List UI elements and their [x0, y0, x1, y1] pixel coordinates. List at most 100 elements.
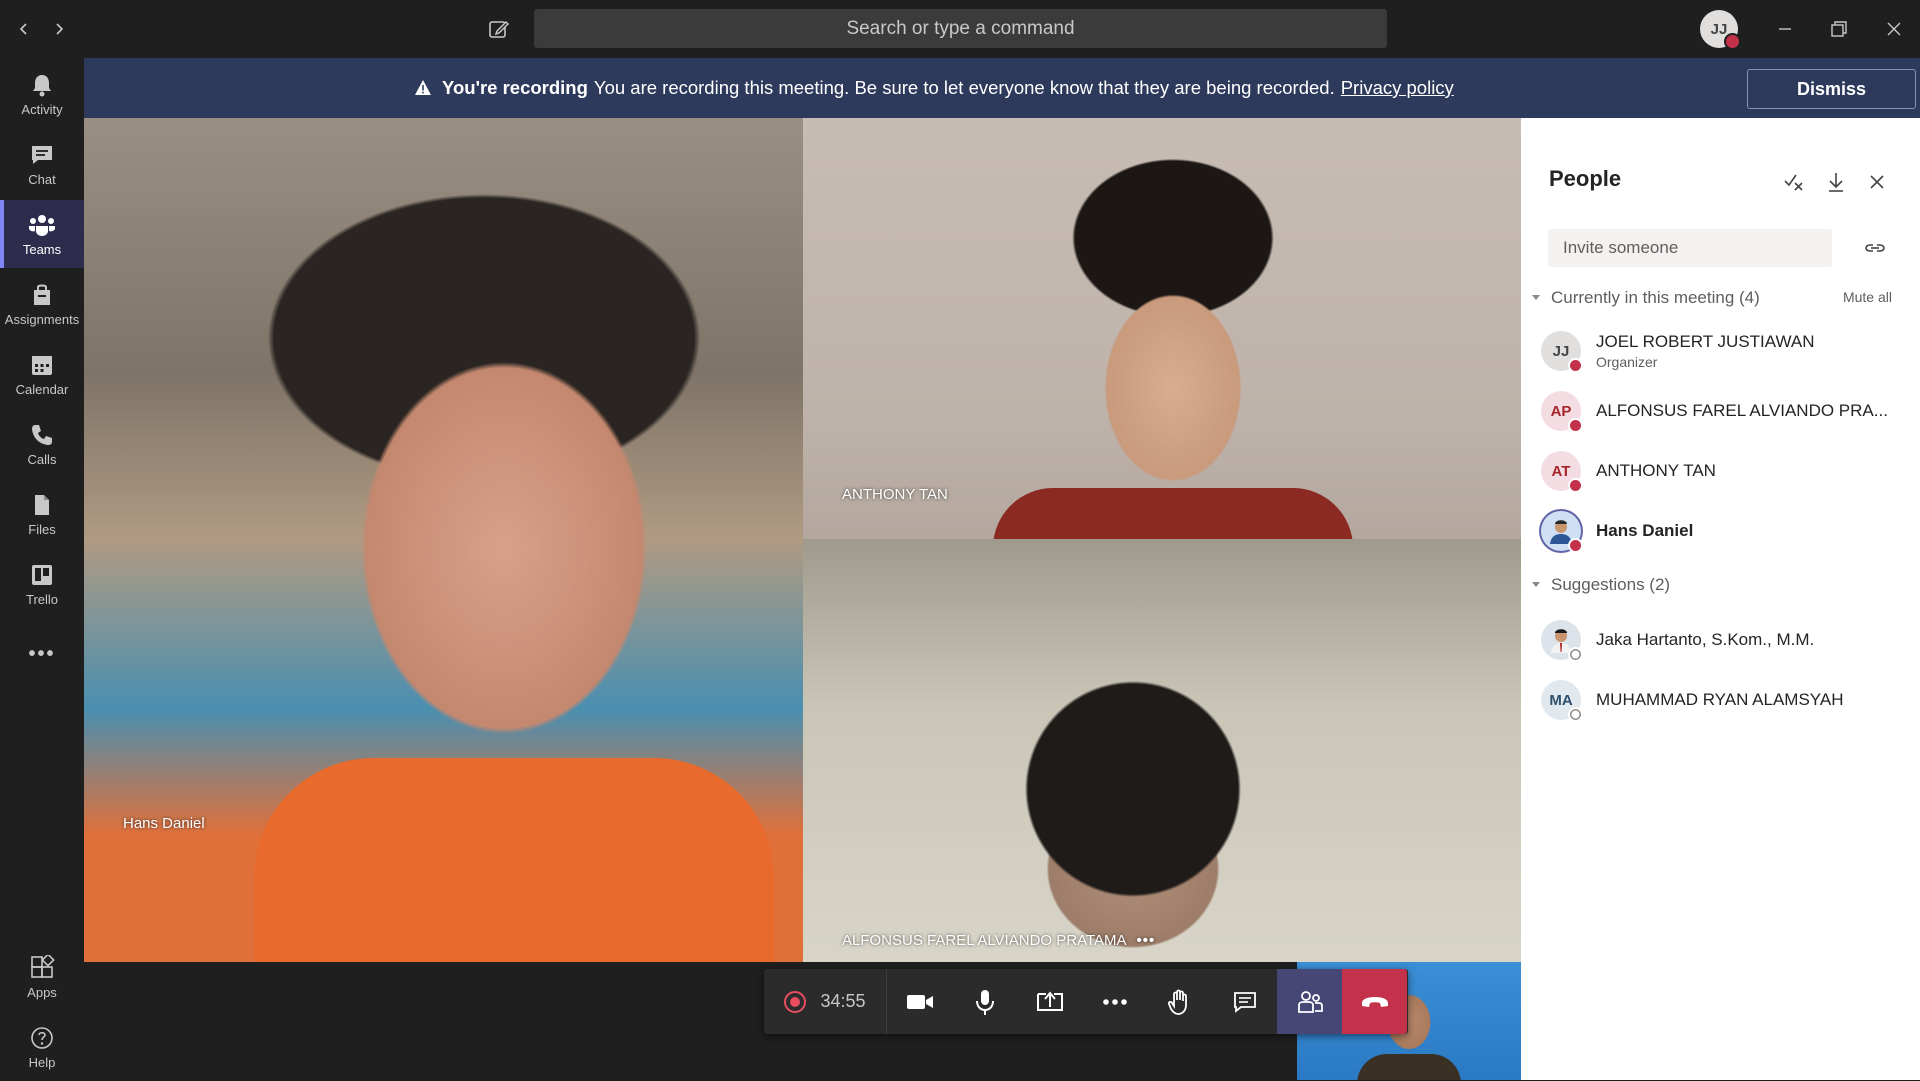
forward-icon[interactable]: [45, 15, 73, 43]
banner-text: You are recording this meeting. Be sure …: [593, 77, 1335, 98]
tile-more-options-icon[interactable]: •••: [1137, 932, 1156, 949]
new-chat-icon[interactable]: [485, 15, 513, 43]
calendar-icon: [32, 355, 52, 375]
show-participants-button[interactable]: [1277, 969, 1342, 1034]
rail-label: Trello: [25, 591, 59, 607]
close-panel-icon[interactable]: [1865, 170, 1889, 194]
rail-label: Chat: [28, 171, 56, 187]
camera-button[interactable]: [887, 969, 952, 1034]
teams-icon: [29, 214, 55, 236]
back-icon[interactable]: [10, 15, 38, 43]
trello-icon: [32, 564, 52, 585]
hang-up-button[interactable]: [1342, 969, 1407, 1034]
banner-message: You're recording You are recording this …: [414, 58, 1454, 118]
rail-item-calendar[interactable]: Calendar: [0, 340, 84, 408]
status-dot: [1568, 707, 1583, 722]
close-window-icon[interactable]: [1879, 14, 1909, 44]
recording-timer: 34:55: [764, 969, 887, 1034]
more-icon: [1102, 998, 1127, 1005]
minimize-icon[interactable]: [1770, 14, 1800, 44]
rail-label: Calendar: [15, 381, 69, 397]
rail-item-activity[interactable]: Activity: [0, 60, 84, 128]
microphone-icon: [975, 989, 994, 1015]
participant-item[interactable]: AT ANTHONY TAN: [1541, 446, 1911, 496]
lower-hands-icon[interactable]: [1782, 170, 1806, 194]
avatar: AP: [1541, 391, 1583, 433]
panel-title: People: [1549, 166, 1622, 191]
collapse-icon: [1532, 582, 1540, 587]
rail-item-teams[interactable]: Teams: [0, 200, 84, 268]
share-screen-icon: [1036, 990, 1063, 1011]
assignments-icon: [34, 284, 50, 305]
files-icon: [35, 494, 49, 515]
rail-label: Help: [28, 1054, 56, 1070]
rail-item-assignments[interactable]: Assignments: [0, 270, 84, 338]
avatar: [1541, 620, 1583, 662]
privacy-policy-link[interactable]: Privacy policy: [1341, 77, 1454, 99]
camera-icon: [906, 994, 933, 1009]
avatar-initials: AP: [1550, 402, 1572, 420]
search-input[interactable]: Search or type a command: [534, 9, 1387, 48]
apps-icon: [31, 954, 55, 978]
section-title: Suggestions (2): [1551, 575, 1671, 594]
participant-name: Hans Daniel: [123, 815, 205, 832]
status-dot: [1568, 538, 1583, 553]
avatar: JJ: [1541, 331, 1583, 373]
avatar: AT: [1541, 451, 1583, 493]
participants-icon: [1297, 990, 1323, 1013]
status-dot: [1568, 478, 1583, 493]
bell-icon: [33, 74, 51, 96]
video-tile-alfonsus[interactable]: ALFONSUS FAREL ALVIANDO PRATAMA •••: [803, 539, 1521, 962]
conversation-icon: [1233, 991, 1256, 1013]
phone-icon: [32, 424, 52, 445]
status-dot: [1568, 358, 1583, 373]
rail-item-files[interactable]: Files: [0, 480, 84, 548]
people-panel: People Invite someone Currently in this …: [1521, 118, 1920, 1080]
avatar: MA: [1541, 680, 1583, 722]
more-apps-icon[interactable]: •••: [0, 620, 84, 688]
call-controls: 34:55: [764, 969, 1408, 1034]
rail-label: Teams: [22, 241, 62, 257]
banner-title: You're recording: [442, 77, 588, 98]
dismiss-button[interactable]: Dismiss: [1747, 69, 1916, 109]
participant-name: JOEL ROBERT JUSTIAWAN: [1596, 332, 1815, 351]
rail-label: Files: [28, 521, 56, 537]
current-meeting-section[interactable]: Currently in this meeting (4): [1531, 288, 1760, 308]
participant-role: Organizer: [1596, 354, 1658, 370]
rail-item-help[interactable]: Help: [0, 1013, 84, 1081]
mute-all-button[interactable]: Mute all: [1843, 289, 1892, 305]
participant-name: ALFONSUS FAREL ALVIANDO PRA...: [1596, 401, 1888, 420]
recording-banner: You're recording You are recording this …: [84, 58, 1920, 118]
rail-item-chat[interactable]: Chat: [0, 130, 84, 198]
suggestion-item[interactable]: Jaka Hartanto, S.Kom., M.M.: [1541, 615, 1911, 665]
hang-up-icon: [1361, 996, 1388, 1007]
user-initials: JJ: [1710, 20, 1728, 38]
rail-item-trello[interactable]: Trello: [0, 550, 84, 618]
rail-item-apps[interactable]: Apps: [0, 943, 84, 1011]
title-bar: Search or type a command JJ: [0, 0, 1920, 58]
copy-link-icon[interactable]: [1863, 236, 1887, 260]
participant-item[interactable]: AP ALFONSUS FAREL ALVIANDO PRA...: [1541, 386, 1911, 436]
download-icon[interactable]: [1824, 170, 1848, 194]
participant-item[interactable]: Hans Daniel: [1541, 506, 1911, 556]
recording-icon: [784, 990, 807, 1013]
restore-icon[interactable]: [1824, 14, 1854, 44]
suggestions-section[interactable]: Suggestions (2): [1531, 575, 1670, 595]
participant-name: ALFONSUS FAREL ALVIANDO PRATAMA: [842, 932, 1127, 949]
show-conversation-button[interactable]: [1212, 969, 1277, 1034]
rail-label: Calls: [27, 451, 57, 467]
collapse-icon: [1532, 295, 1540, 300]
suggestion-item[interactable]: MA MUHAMMAD RYAN ALAMSYAH: [1541, 675, 1911, 725]
share-screen-button[interactable]: [1017, 969, 1082, 1034]
invite-input[interactable]: Invite someone: [1548, 229, 1832, 267]
suggestion-name: Jaka Hartanto, S.Kom., M.M.: [1596, 630, 1815, 649]
raise-hand-button[interactable]: [1147, 969, 1212, 1034]
user-avatar[interactable]: JJ: [1700, 10, 1741, 50]
rail-item-calls[interactable]: Calls: [0, 410, 84, 478]
participant-item[interactable]: JJ JOEL ROBERT JUSTIAWAN Organizer: [1541, 326, 1911, 376]
microphone-button[interactable]: [952, 969, 1017, 1034]
more-actions-button[interactable]: [1082, 969, 1147, 1034]
status-dot: [1568, 418, 1583, 433]
video-tile-hans-daniel[interactable]: Hans Daniel: [84, 118, 803, 962]
video-tile-anthony-tan[interactable]: ANTHONY TAN: [803, 118, 1521, 539]
